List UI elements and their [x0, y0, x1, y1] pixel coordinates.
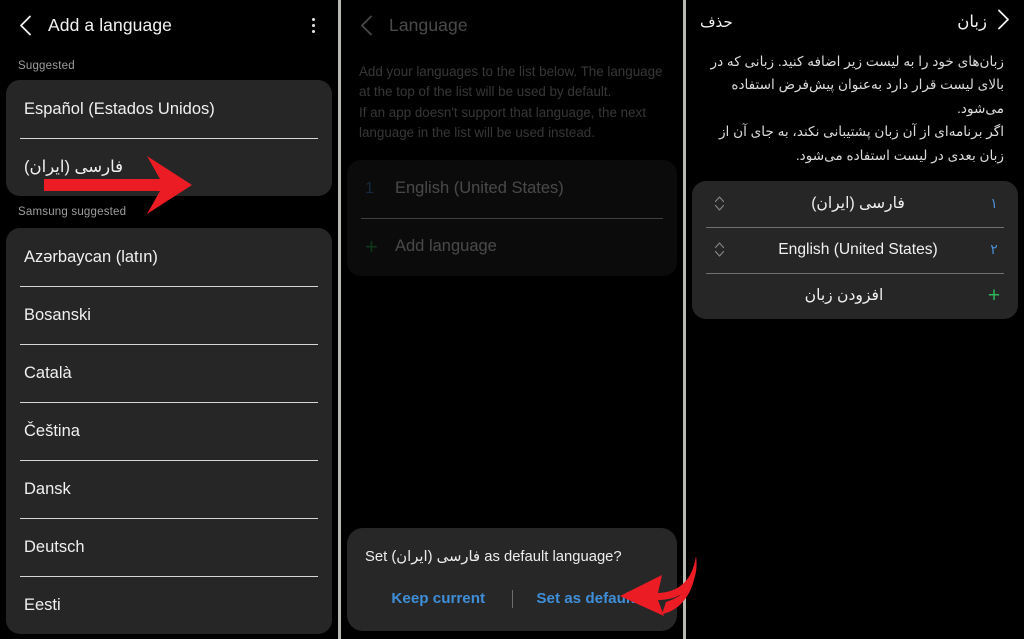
section-label-suggested: Suggested [18, 60, 75, 72]
delete-action-button[interactable]: حذف [700, 13, 733, 31]
language-order-index: 1 [365, 179, 374, 197]
screenshot-root: Add a language Suggested Español (Estado… [0, 0, 1024, 639]
language-description: Add your languages to the list below. Th… [341, 50, 683, 160]
language-row-dansk[interactable]: Dansk [6, 460, 332, 518]
language-name: Español (Estados Unidos) [24, 99, 215, 118]
language-settings-rtl-panel: زبان حذف زبان‌های خود را به لیست زیر اضا… [686, 0, 1024, 639]
add-language-panel: Add a language Suggested Español (Estado… [0, 0, 338, 639]
language-rtl-description: زبان‌های خود را به لیست زیر اضافه کنید. … [686, 44, 1024, 181]
language-row-espanol[interactable]: Español (Estados Unidos) [6, 80, 332, 138]
chevron-left-icon[interactable] [355, 14, 377, 36]
language-name: English (United States) [395, 179, 564, 197]
page-title: Language [389, 14, 468, 35]
language-settings-panel: Language Add your languages to the list … [341, 0, 683, 639]
language-name: Deutsch [24, 537, 85, 556]
plus-icon: + [987, 284, 1001, 308]
language-name: Eesti [24, 595, 61, 614]
section-label-samsung-suggested: Samsung suggested [18, 206, 127, 218]
language-name: Čeština [24, 421, 80, 440]
language-name: Bosanski [24, 305, 91, 324]
language-row-cestina[interactable]: Čeština [6, 402, 332, 460]
language-row-farsi[interactable]: فارسی (ایران) [6, 138, 332, 196]
language-row-eesti[interactable]: Eesti [6, 576, 332, 634]
language-row-bosanski[interactable]: Bosanski [6, 286, 332, 344]
page-title: Add a language [48, 14, 173, 35]
language-row-farsi[interactable]: ۱ فارسی (ایران) [692, 181, 1018, 227]
add-language-row[interactable]: + Add language [347, 217, 677, 276]
add-language-appbar: Add a language [0, 0, 338, 50]
language-row-azerbaycan[interactable]: Azərbaycan (latın) [6, 228, 332, 286]
dimmed-content-behind-dialog: Language Add your languages to the list … [341, 0, 683, 276]
add-language-label: افزودن زبان [804, 287, 884, 305]
description-paragraph-1: Add your languages to the list below. Th… [359, 64, 663, 100]
language-row-english[interactable]: ۲ English (United States) [692, 226, 1018, 273]
language-name: English (United States) [778, 240, 938, 258]
suggested-languages-card: Español (Estados Unidos) فارسی (ایران) [6, 80, 332, 196]
set-as-default-button[interactable]: Set as default [513, 586, 660, 611]
add-language-label: Add language [395, 237, 497, 255]
set-default-language-dialog: Set فارسی (ایران) as default language? K… [347, 528, 677, 631]
plus-icon: + [365, 233, 378, 259]
language-name: Azərbaycan (latın) [24, 247, 158, 266]
language-name: Català [24, 363, 72, 382]
language-row-catala[interactable]: Català [6, 344, 332, 402]
description-paragraph-2: اگر برنامه‌ای از آن زبان پشتیبانی نکند، … [718, 124, 1004, 163]
reorder-handle-icon[interactable] [708, 194, 730, 213]
language-name: فارسی (ایران) [24, 158, 124, 176]
language-order-index: ۲ [990, 241, 998, 258]
dialog-message: Set فارسی (ایران) as default language? [365, 549, 622, 566]
reorder-handle-icon[interactable] [708, 240, 730, 259]
language-rtl-list-card: ۱ فارسی (ایران) ۲ English (United States… [692, 180, 1018, 319]
language-row-deutsch[interactable]: Deutsch [6, 518, 332, 576]
language-name: Dansk [24, 479, 71, 498]
page-title: زبان [957, 13, 987, 31]
language-row-english[interactable]: 1 English (United States) [347, 160, 677, 218]
chevron-right-icon[interactable] [997, 9, 1010, 35]
samsung-suggested-languages-card: Azərbaycan (latın) Bosanski Català Češti… [6, 228, 332, 634]
language-appbar: Language [341, 0, 683, 50]
keep-current-button[interactable]: Keep current [365, 586, 512, 611]
description-paragraph-1: زبان‌های خود را به لیست زیر اضافه کنید. … [710, 54, 1004, 116]
language-name: فارسی (ایران) [811, 195, 905, 213]
language-list-card: 1 English (United States) + Add language [347, 159, 677, 276]
description-paragraph-2: If an app doesn't support that language,… [359, 104, 646, 141]
language-rtl-appbar: زبان حذف [686, 0, 1024, 44]
dialog-actions: Keep current Set as default [365, 586, 659, 617]
chevron-left-icon[interactable] [14, 14, 36, 36]
add-language-row[interactable]: + افزودن زبان [692, 272, 1018, 319]
language-order-index: ۱ [990, 195, 998, 212]
more-vertical-icon[interactable] [302, 14, 324, 36]
